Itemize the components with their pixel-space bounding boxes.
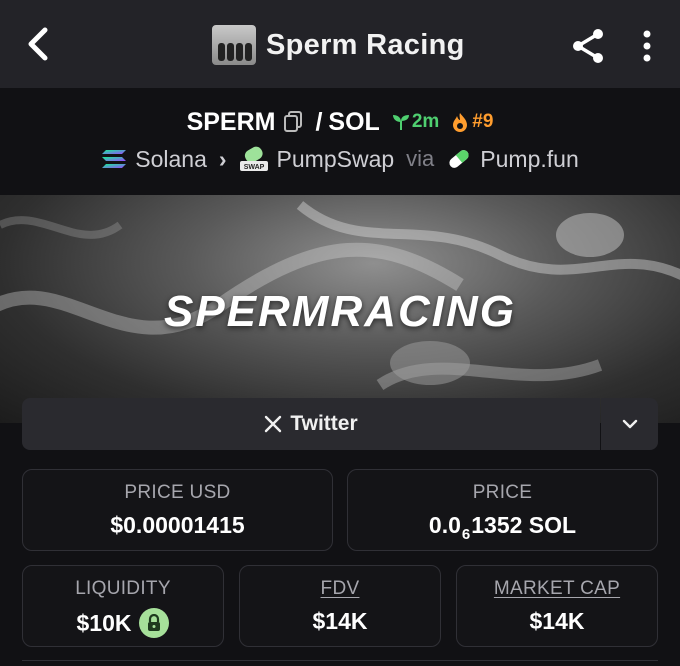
token-avatar (212, 25, 256, 65)
sprout-icon (392, 115, 409, 130)
back-button[interactable] (18, 22, 58, 66)
more-menu-button[interactable] (636, 26, 658, 66)
market-cap-card: MARKET CAP $14K (456, 565, 658, 647)
more-vertical-icon (643, 30, 651, 62)
price-usd-label: PRICE USD (124, 482, 231, 503)
price-zero-count: 6 (461, 526, 471, 543)
share-icon (573, 29, 603, 63)
pair-separator: / (315, 107, 323, 136)
price-sol-label: PRICE (472, 482, 533, 503)
pair-age-value: 2m (411, 111, 440, 132)
fdv-value: $14K (312, 608, 368, 634)
chevron-left-icon (28, 27, 48, 61)
copy-button[interactable] (283, 111, 303, 133)
top-bar: Sperm Racing (0, 0, 680, 88)
liquidity-lock-button[interactable] (139, 608, 170, 638)
via-label: via (406, 146, 435, 171)
page-title: Sperm Racing (266, 28, 465, 61)
price-prefix: 0.0 (428, 512, 461, 538)
dex-link[interactable]: PumpSwap (277, 146, 395, 173)
token-title: Sperm Racing (212, 24, 465, 66)
price-sol-value: 0.0 6 1352 SOL (348, 512, 657, 543)
copy-icon (284, 111, 303, 132)
liquidity-label: LIQUIDITY (75, 578, 171, 599)
market-cap-label[interactable]: MARKET CAP (457, 578, 657, 600)
fdv-label[interactable]: FDV (240, 578, 440, 600)
pumpswap-icon: SWAP (239, 146, 268, 171)
launchpad-link[interactable]: Pump.fun (480, 146, 578, 173)
next-row-edge (22, 660, 658, 666)
market-cap-value: $14K (529, 608, 585, 634)
price-sol-card: PRICE 0.0 6 1352 SOL (347, 469, 658, 551)
pill-icon (449, 150, 469, 168)
price-suffix: 1352 SOL (471, 512, 577, 538)
lock-icon (148, 614, 161, 631)
breadcrumb: Solana › SWAP PumpSwap via Pump.fun (0, 142, 680, 176)
liquidity-value: $10K (76, 609, 132, 636)
swap-badge-text: SWAP (243, 164, 264, 171)
pair-age: 2m (392, 111, 439, 133)
trending-rank-value: #9 (472, 111, 494, 132)
quote-symbol: SOL (328, 107, 380, 136)
price-usd-card: PRICE USD $0.00001415 (22, 469, 333, 551)
chevron-down-icon (622, 419, 637, 429)
solana-icon (102, 150, 127, 168)
banner-wordmark: SPERMRACING (163, 287, 517, 336)
chevron-right-icon: › (218, 145, 227, 172)
fire-icon (453, 113, 468, 132)
x-logo-icon (265, 415, 282, 433)
trending-rank[interactable]: #9 (451, 111, 493, 133)
pair-info: SPERM / SOL 2m #9 (0, 104, 680, 140)
fdv-card: FDV $14K (239, 565, 441, 647)
twitter-link-button[interactable]: Twitter (22, 398, 600, 450)
share-button[interactable] (567, 24, 611, 68)
social-links-dropdown[interactable] (601, 398, 658, 450)
token-banner: SPERMRACING (0, 195, 680, 423)
price-usd-value: $0.00001415 (110, 512, 245, 538)
twitter-label: Twitter (290, 412, 358, 435)
base-symbol: SPERM (186, 107, 276, 136)
chain-link[interactable]: Solana (135, 146, 207, 173)
liquidity-card: LIQUIDITY $10K (22, 565, 224, 647)
liquidity-value-row: $10K (23, 608, 223, 638)
